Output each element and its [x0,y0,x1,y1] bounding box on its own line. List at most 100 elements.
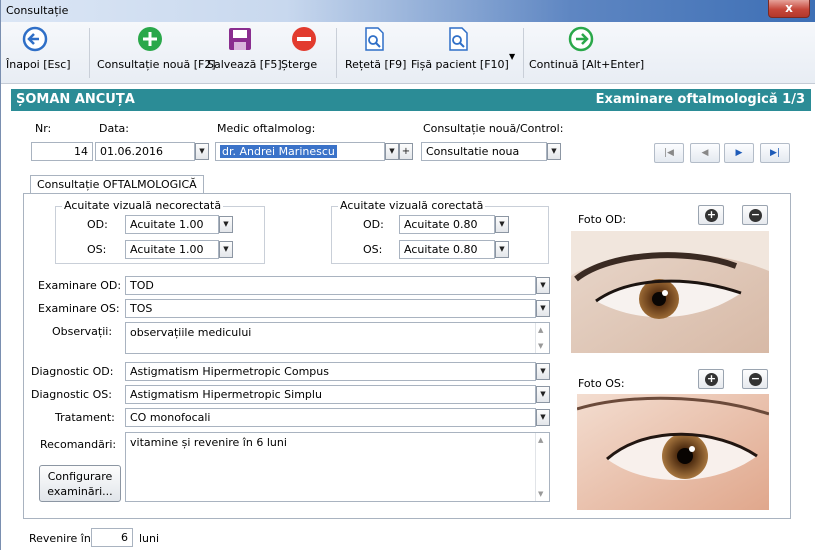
uncorrected-acuity-title: Acuitate vizuală necorectată [62,199,224,212]
doctor-label: Medic oftalmolog: [217,122,316,135]
diag-od-label: Diagnostic OD: [31,365,114,378]
scroll-down-icon[interactable]: ▼ [538,342,543,350]
plus-circle-icon [138,27,162,51]
configure-exams-label-2: examinări... [47,485,113,498]
patient-file-dropdown-icon[interactable]: ▼ [509,52,515,61]
prescription-button[interactable]: Rețetă [F9] [345,26,407,80]
photo-od-label: Foto OD: [578,213,627,226]
treatment-field[interactable]: CO monofocali [125,408,536,427]
photo-os-image [577,394,769,510]
back-arrow-icon [22,26,48,52]
date-dropdown-icon[interactable]: ▼ [195,143,209,160]
close-button[interactable]: x [768,0,810,18]
last-record-icon[interactable]: ▶| [760,143,790,163]
consultation-window: Consultație x Înapoi [Esc] Consultație n… [0,0,815,550]
document-search-icon [365,27,384,51]
nr-field[interactable]: 14 [31,142,93,161]
tab-ophthalmology[interactable]: Consultație OFTALMOLOGICĂ [30,175,204,194]
add-doctor-icon[interactable]: + [399,143,413,160]
patient-header: ȘOMAN ANCUȚA Examinare oftalmologică 1/3 [11,89,811,111]
minus-circle-icon [292,27,316,51]
save-button[interactable]: Salvează [F5] [207,26,282,80]
back-label: Înapoi [Esc] [6,58,71,71]
uncorrected-od-label: OD: [87,218,108,231]
save-label: Salvează [F5] [207,58,282,71]
date-field[interactable]: 01.06.2016 [95,142,195,161]
eye-photo-os [577,394,769,510]
exam-os-label: Examinare OS: [38,302,120,315]
photo-od-remove-button[interactable]: − [742,205,768,225]
doctor-select[interactable]: dr. Andrei Marinescu [215,142,385,161]
minus-icon: − [749,372,762,386]
photo-od-add-button[interactable]: + [698,205,724,225]
photo-os-remove-button[interactable]: − [742,369,768,389]
doctor-dropdown-icon[interactable]: ▼ [385,143,399,160]
photo-os-add-button[interactable]: + [698,369,724,389]
notes-label: Observații: [52,325,113,338]
toolbar-separator [336,28,337,78]
first-record-icon[interactable]: |◀ [654,143,684,163]
diag-od-field[interactable]: Astigmatism Hipermetropic Compus [125,362,536,381]
toolbar-separator [523,28,524,78]
notes-text: observațiile medicului [130,326,252,339]
doctor-value: dr. Andrei Marinescu [220,145,337,158]
new-consultation-button[interactable]: Consultație nouă [F2] [97,26,216,80]
exam-od-dropdown-icon[interactable]: ▼ [536,277,550,294]
uncorrected-od-dropdown-icon[interactable]: ▼ [219,216,233,233]
notes-scrollbar[interactable]: ▲ ▼ [535,323,549,353]
patient-file-button[interactable]: Fișă pacient [F10] [411,26,509,80]
corrected-os-select[interactable]: Acuitate 0.80 [399,240,495,259]
recommend-text: vitamine și revenire în 6 luni [130,436,287,449]
configure-exams-button[interactable]: Configurare examinări... [39,465,121,502]
back-button[interactable]: Înapoi [Esc] [6,26,71,80]
recommend-textarea[interactable]: vitamine și revenire în 6 luni ▲ ▼ [125,432,550,502]
delete-label: Șterge [281,58,318,71]
diag-os-dropdown-icon[interactable]: ▼ [536,386,550,403]
patient-file-label: Fișă pacient [F10] [411,58,509,71]
exam-title: Examinare oftalmologică 1/3 [595,92,805,107]
diag-os-field[interactable]: Astigmatism Hipermetropic Simplu [125,385,536,404]
photo-os-label: Foto OS: [578,377,625,390]
forward-arrow-icon [568,26,594,52]
photo-od-image [571,231,769,353]
return-label: Revenire în [29,532,91,545]
corrected-od-select[interactable]: Acuitate 0.80 [399,215,495,234]
return-unit-label: luni [139,532,160,545]
exam-od-label: Examinare OD: [38,279,122,292]
continue-button[interactable]: Continuă [Alt+Enter] [529,26,644,80]
treatment-dropdown-icon[interactable]: ▼ [536,409,550,426]
recommend-label: Recomandări: [40,438,117,451]
plus-icon: + [705,372,718,386]
corrected-os-label: OS: [363,243,383,256]
delete-button[interactable]: Șterge [281,26,327,80]
uncorrected-os-dropdown-icon[interactable]: ▼ [219,241,233,258]
consult-type-dropdown-icon[interactable]: ▼ [547,143,561,160]
nr-label: Nr: [35,122,52,135]
exam-os-field[interactable]: TOS [125,299,536,318]
consult-type-select[interactable]: Consultatie noua [421,142,547,161]
exam-od-field[interactable]: TOD [125,276,536,295]
corrected-os-dropdown-icon[interactable]: ▼ [495,241,509,258]
prescription-label: Rețetă [F9] [345,58,407,71]
corrected-od-dropdown-icon[interactable]: ▼ [495,216,509,233]
notes-textarea[interactable]: observațiile medicului ▲ ▼ [125,322,550,354]
uncorrected-od-select[interactable]: Acuitate 1.00 [125,215,219,234]
diag-os-label: Diagnostic OS: [31,388,112,401]
minus-icon: − [749,208,762,222]
return-months-field[interactable]: 6 [91,528,133,547]
recommend-scrollbar[interactable]: ▲ ▼ [535,433,549,501]
next-record-icon[interactable]: ▶ [724,143,754,163]
exam-os-dropdown-icon[interactable]: ▼ [536,300,550,317]
scroll-down-icon[interactable]: ▼ [538,490,543,498]
corrected-od-label: OD: [363,218,384,231]
scroll-up-icon[interactable]: ▲ [538,326,543,334]
continue-label: Continuă [Alt+Enter] [529,58,645,71]
prev-record-icon[interactable]: ◀ [690,143,720,163]
scroll-up-icon[interactable]: ▲ [538,436,543,444]
diag-od-dropdown-icon[interactable]: ▼ [536,363,550,380]
uncorrected-os-select[interactable]: Acuitate 1.00 [125,240,219,259]
window-title: Consultație [6,4,69,17]
title-bar: Consultație x [1,0,815,22]
consult-type-label: Consultație nouă/Control: [423,122,564,135]
configure-exams-label-1: Configurare [47,470,113,483]
